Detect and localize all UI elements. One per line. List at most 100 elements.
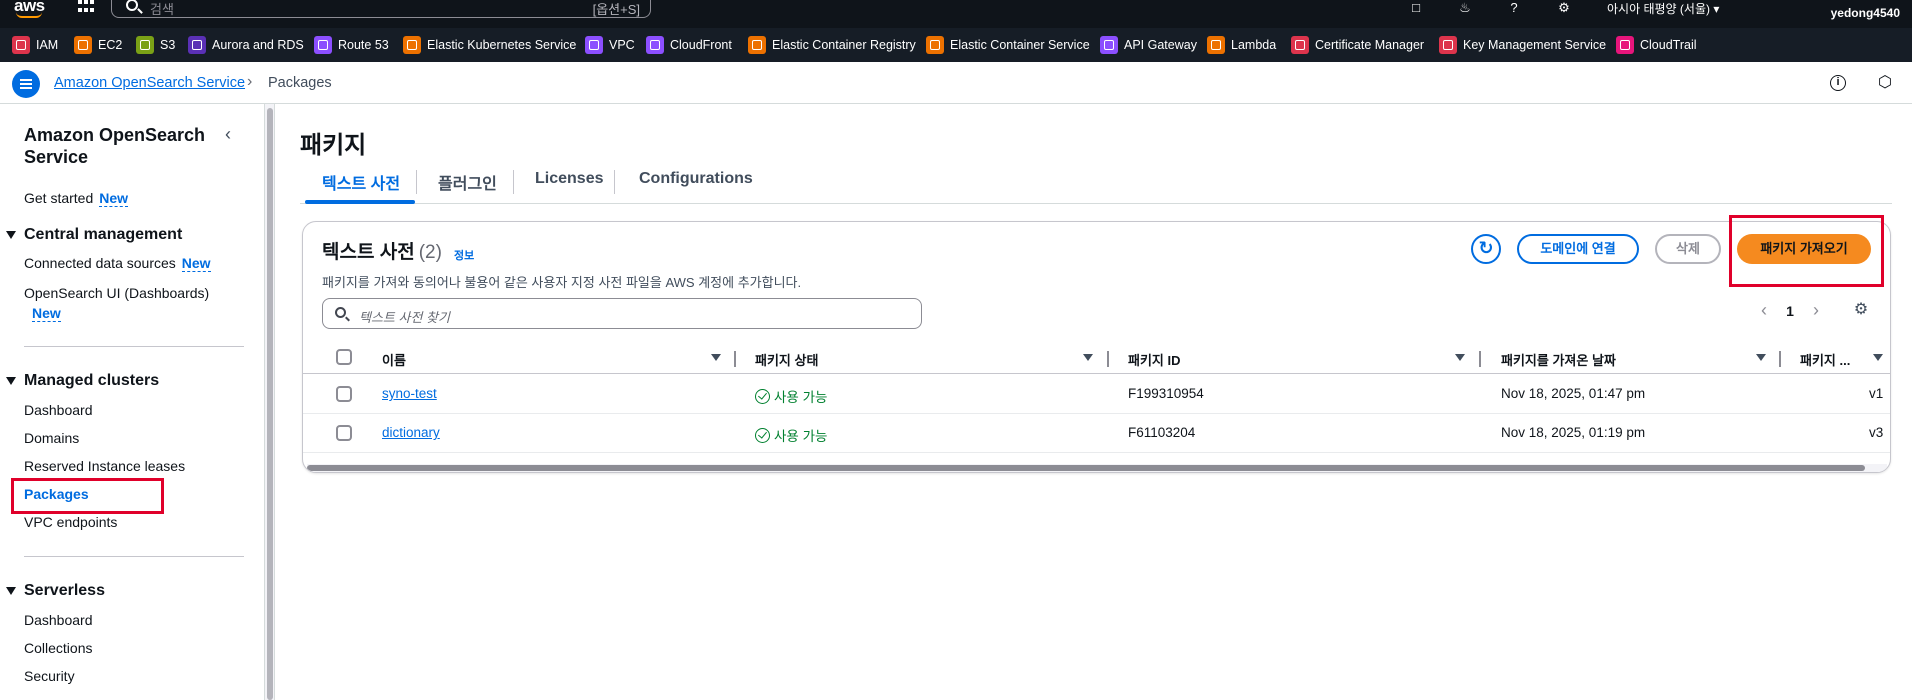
sidebar-item-label: OpenSearch UI (Dashboards) [24,285,210,301]
scrollbar-thumb[interactable] [307,465,1865,471]
table-row[interactable]: dictionary 사용 가능 F61103204 Nov 18, 2025,… [303,414,1890,453]
chevron-left-icon[interactable]: ‹ [1753,300,1775,321]
delete-button[interactable]: 삭제 [1655,234,1721,264]
fav-label: Elastic Container Service [950,38,1090,52]
api-gateway-icon [1100,36,1118,54]
fav-label: CloudTrail [1640,38,1697,52]
text-dictionary-card: 텍스트 사전 (2) 정보 패키지를 가져와 동의어나 불용어 같은 사용자 지정… [302,221,1891,473]
search-input[interactable]: 검색 [옵션+S] [111,0,651,18]
bell-icon[interactable]: ♨ [1456,0,1474,15]
sidebar-item-opensearch-ui[interactable]: OpenSearch UI (Dashboards) [24,285,209,301]
sidebar-title: Amazon OpenSearch Service [24,125,206,167]
table-settings-icon[interactable]: ⚙ [1853,302,1869,318]
ecs-icon [926,36,944,54]
fav-route53[interactable]: Route 53 [314,36,389,54]
sidebar-scrollbar[interactable] [265,104,275,700]
column-header-import-date[interactable]: 패키지를 가져온 날짜 [1501,350,1616,369]
sidebar-item-opensearch-ui-new[interactable]: New [32,305,61,322]
column-resizer[interactable] [734,351,736,367]
sort-icon[interactable] [1873,354,1883,361]
tab-text-dictionary[interactable]: 텍스트 사전 [322,170,400,194]
fav-api-gateway[interactable]: API Gateway [1100,36,1197,54]
sort-icon[interactable] [711,354,721,361]
select-all-checkbox[interactable] [336,349,352,365]
sidebar-item-domains[interactable]: Domains [24,430,79,446]
status-text: 사용 가능 [774,429,828,444]
associate-domain-button[interactable]: 도메인에 연결 [1517,234,1639,264]
fav-eks[interactable]: Elastic Kubernetes Service [403,36,576,54]
status-badge: 사용 가능 [755,425,827,445]
fav-s3[interactable]: S3 [136,36,175,54]
sort-icon[interactable] [1756,354,1766,361]
eks-icon [403,36,421,54]
info-link[interactable]: 정보 [454,247,474,263]
section-managed-clusters[interactable]: Managed clusters [6,372,159,390]
region-selector[interactable]: 아시아 태평양 (서울) ▾ [1607,0,1719,17]
tab-configurations[interactable]: Configurations [639,170,753,188]
divider [24,556,244,557]
fav-aurora-rds[interactable]: Aurora and RDS [188,36,304,54]
sort-icon[interactable] [1455,354,1465,361]
fav-cloudtrail[interactable]: CloudTrail [1616,36,1697,54]
table-row[interactable]: syno-test 사용 가능 F199310954 Nov 18, 2025,… [303,375,1890,414]
fav-lambda[interactable]: Lambda [1207,36,1276,54]
row-checkbox[interactable] [336,386,352,402]
menu-button[interactable] [12,70,40,98]
sort-icon[interactable] [1083,354,1093,361]
kms-icon [1439,36,1457,54]
fav-label: VPC [609,38,635,52]
page-number[interactable]: 1 [1775,303,1805,319]
column-header-version[interactable]: 패키지 ... [1800,350,1850,369]
info-icon[interactable]: i [1830,75,1846,91]
fav-label: IAM [36,38,59,52]
sidebar-item-connected-data-sources[interactable]: Connected data sources New [24,255,211,272]
row-checkbox[interactable] [336,425,352,441]
sidebar-item-reserved-instance-leases[interactable]: Reserved Instance leases [24,458,185,474]
services-grid-icon[interactable] [78,0,94,14]
column-header-status[interactable]: 패키지 상태 [755,350,818,369]
fav-iam[interactable]: IAM [12,36,58,54]
fav-kms[interactable]: Key Management Service [1439,36,1606,54]
section-central-management[interactable]: Central management [6,226,182,244]
feedback-icon[interactable]: ⬡ [1876,74,1894,92]
caret-down-icon [6,231,16,239]
fav-cloudfront[interactable]: CloudFront [646,36,732,54]
column-resizer[interactable] [1779,351,1781,367]
column-resizer[interactable] [1479,351,1481,367]
cloudfront-icon [646,36,664,54]
caret-down-icon [6,587,16,595]
gear-icon[interactable]: ⚙ [1555,0,1573,15]
search-shortcut: [옵션+S] [592,2,640,17]
refresh-icon: ↻ [1478,238,1494,258]
cloudshell-icon[interactable]: □ [1407,0,1425,15]
tab-licenses[interactable]: Licenses [535,170,603,188]
fav-ecs[interactable]: Elastic Container Service [926,36,1090,54]
chevron-right-icon[interactable]: › [1805,300,1827,321]
column-header-package-id[interactable]: 패키지 ID [1128,350,1181,369]
column-header-name[interactable]: 이름 [382,350,406,369]
tab-plugins[interactable]: 플러그인 [438,170,497,194]
fav-ecr[interactable]: Elastic Container Registry [748,36,916,54]
package-name-link[interactable]: syno-test [382,386,437,401]
refresh-button[interactable]: ↻ [1471,234,1501,264]
dictionary-search-input[interactable]: 텍스트 사전 찾기 [322,298,922,329]
package-name-link[interactable]: dictionary [382,425,440,440]
sidebar-item-security[interactable]: Security [24,668,75,684]
sidebar-item-dashboard[interactable]: Dashboard [24,402,93,418]
horizontal-scrollbar[interactable] [307,464,1887,472]
fav-vpc[interactable]: VPC [585,36,635,54]
sidebar-item-serverless-dashboard[interactable]: Dashboard [24,612,93,628]
scrollbar-thumb[interactable] [267,108,273,700]
collapse-sidebar-icon[interactable]: ‹ [225,124,231,145]
section-serverless[interactable]: Serverless [6,582,105,600]
sidebar-item-get-started[interactable]: Get started New [24,190,129,207]
fav-certificate-manager[interactable]: Certificate Manager [1291,36,1424,54]
tab-separator [513,170,514,194]
breadcrumb-service-link[interactable]: Amazon OpenSearch Service [54,75,245,91]
user-menu[interactable]: yedong4540 [1831,6,1900,20]
sidebar-item-vpc-endpoints[interactable]: VPC endpoints [24,514,117,530]
help-icon[interactable]: ? [1505,0,1523,15]
sidebar-item-collections[interactable]: Collections [24,640,92,656]
column-resizer[interactable] [1107,351,1109,367]
fav-ec2[interactable]: EC2 [74,36,122,54]
